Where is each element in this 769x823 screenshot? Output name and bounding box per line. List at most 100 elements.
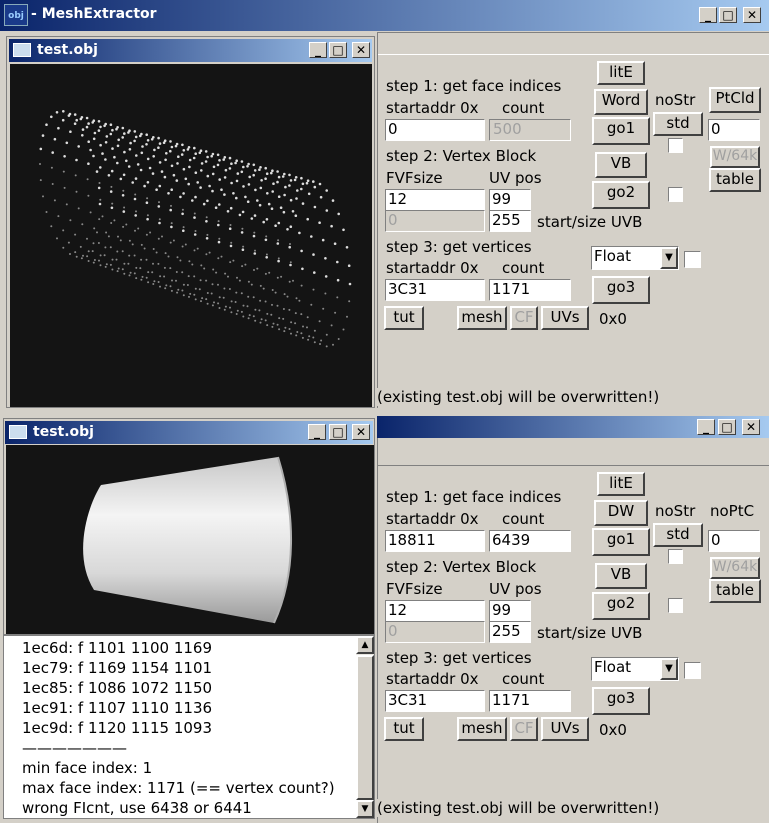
point [147,271,150,274]
step3-label: step 3: get vertices [386,238,532,256]
top-viewer-close-button[interactable]: ✕ [352,42,370,58]
table-button[interactable]: table [709,168,761,192]
point [61,118,65,122]
uvpos-input-b[interactable]: 99 [489,600,531,622]
uvpos-input[interactable]: 99 [489,189,531,211]
point [89,211,92,214]
ptc-input-b[interactable]: 0 [708,530,760,552]
startaddr3-input[interactable]: 3C31 [385,279,485,301]
std-checkbox[interactable] [668,138,683,153]
uvb-size-input[interactable]: 255 [489,210,531,232]
uvs-button[interactable]: UVs [541,306,589,330]
point [157,146,160,149]
table-button-b[interactable]: table [709,579,761,603]
vb-button-b[interactable]: VB [595,563,647,589]
point [158,161,162,164]
uvb-size-input-b[interactable]: 255 [489,621,531,643]
go2-checkbox[interactable] [668,187,683,202]
log-scrollbar[interactable]: ▲ ▼ [356,636,374,818]
go1-button-b[interactable]: go1 [592,528,650,556]
point [330,224,333,228]
lite-button[interactable]: litE [597,61,645,85]
point [270,171,273,175]
chevron-down-icon[interactable]: ▼ [660,658,678,680]
startaddr-input-b[interactable]: 18811 [385,530,485,552]
point [182,229,185,232]
go2-checkbox-b[interactable] [668,598,683,613]
std-checkbox-b[interactable] [668,549,683,564]
point [123,272,126,275]
point [179,195,182,199]
bottom-panel-minimize-button[interactable]: _ [697,419,715,435]
std-button-b[interactable]: std [653,523,703,547]
go2-button-b[interactable]: go2 [592,592,650,620]
scroll-up-button[interactable]: ▲ [356,636,374,654]
std-button[interactable]: std [653,112,703,136]
point [92,242,95,245]
main-maximize-button[interactable]: □ [719,7,737,23]
format-select[interactable]: Float ▼ [591,246,679,270]
ptcld-button[interactable]: PtCld [709,87,761,113]
log-text[interactable]: 1ec6d: f 1101 1100 1169 1ec79: f 1169 115… [4,636,356,818]
point [224,168,228,172]
scroll-down-button[interactable]: ▼ [356,800,374,818]
point [109,132,113,136]
point [259,284,262,287]
go2-button[interactable]: go2 [592,181,650,209]
format-checkbox[interactable] [684,251,701,268]
point [128,254,131,257]
chevron-down-icon[interactable]: ▼ [660,247,678,269]
point [170,204,172,207]
mesh-button[interactable]: mesh [457,306,507,330]
bottom-panel-maximize-button[interactable]: □ [718,419,736,435]
log-line: 1ec91: f 1107 1110 1136 [22,699,213,717]
go3-button[interactable]: go3 [592,276,650,304]
lite-button-b[interactable]: litE [597,472,645,496]
point [121,136,124,139]
point [135,154,138,157]
point [69,253,71,255]
go1-button[interactable]: go1 [592,117,650,145]
fvfsize-input-b[interactable]: 12 [385,600,485,622]
format-select-b[interactable]: Float ▼ [591,657,679,681]
point [87,260,90,262]
scroll-thumb[interactable] [356,655,374,800]
point [283,172,286,176]
count3-input[interactable]: 1171 [489,279,571,301]
format-checkbox-b[interactable] [684,662,701,679]
point [277,239,280,242]
point [122,225,125,228]
point-cloud-viewport[interactable] [10,64,372,407]
point [216,153,220,157]
count-input-b[interactable]: 6439 [489,530,571,552]
tut-button-b[interactable]: tut [384,717,424,741]
vb-button[interactable]: VB [595,152,647,178]
tut-button[interactable]: tut [384,306,424,330]
startaddr3-input-b[interactable]: 3C31 [385,690,485,712]
mesh-viewport[interactable] [6,445,374,634]
point [235,196,238,200]
point [240,231,244,234]
bottom-viewer-close-button[interactable]: ✕ [352,424,370,440]
point [218,159,221,162]
dw-button-b[interactable]: DW [594,500,648,526]
point [206,233,209,236]
count3-input-b[interactable]: 1171 [489,690,571,712]
main-close-button[interactable]: ✕ [743,7,761,23]
point [128,274,131,277]
top-viewer-minimize-button[interactable]: _ [309,42,327,58]
bottom-panel-close-button[interactable]: ✕ [742,419,760,435]
bottom-viewer-minimize-button[interactable]: _ [308,424,326,440]
uvs-button-b[interactable]: UVs [541,717,589,741]
mesh-button-b[interactable]: mesh [457,717,507,741]
ptcld-input[interactable]: 0 [708,119,760,141]
bottom-viewer-maximize-button[interactable]: □ [329,424,347,440]
startaddr-input[interactable]: 0 [385,119,485,141]
go3-button-b[interactable]: go3 [592,687,650,715]
point [151,271,154,274]
top-viewer-maximize-button[interactable]: □ [329,42,347,58]
main-minimize-button[interactable]: _ [699,7,717,23]
point [111,128,114,132]
fvfsize-input[interactable]: 12 [385,189,485,211]
word-button[interactable]: Word [594,89,648,115]
